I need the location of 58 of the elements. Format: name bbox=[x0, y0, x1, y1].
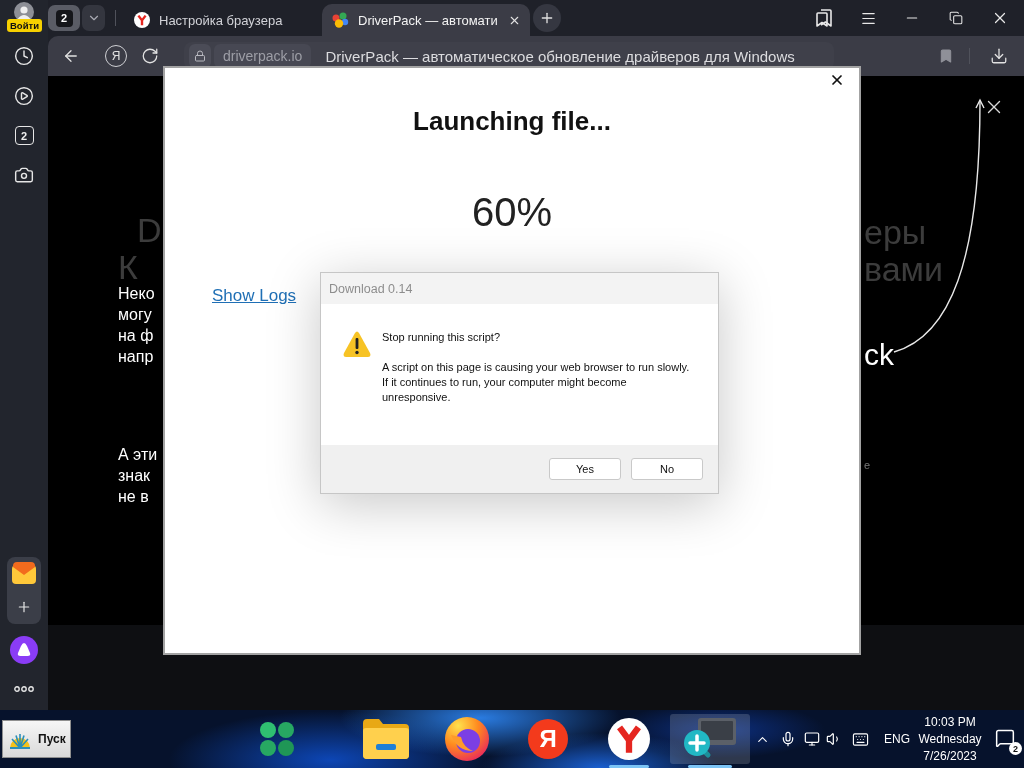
paragraph-fragment: Неко могу на ф напр bbox=[118, 284, 155, 367]
tab-counter-button[interactable]: 2 bbox=[48, 5, 80, 31]
add-icon[interactable] bbox=[16, 599, 32, 615]
tab-count-badge: 2 bbox=[55, 9, 73, 27]
bookmark-icon[interactable] bbox=[938, 48, 954, 64]
clock-date[interactable]: 7/26/2023 bbox=[923, 747, 977, 765]
dialog-title: Download 0.14 bbox=[321, 273, 718, 304]
tab-groups-counter[interactable]: 2 bbox=[14, 126, 34, 145]
more-icon[interactable] bbox=[14, 686, 34, 692]
caption-fragment: e bbox=[864, 459, 871, 472]
browser-tab[interactable]: DriverPack — автомати bbox=[322, 4, 530, 36]
history-icon[interactable] bbox=[14, 46, 34, 66]
notification-icon[interactable] bbox=[995, 728, 1015, 748]
warning-icon bbox=[343, 331, 371, 357]
close-icon[interactable] bbox=[829, 72, 845, 88]
modal-title: Launching file... bbox=[413, 106, 611, 137]
dialog-message: A script on this page is causing your web browser to run slowly. If it continues to run, your computer might become unresponsive. bbox=[382, 360, 691, 405]
brand-fragment: ck bbox=[864, 340, 894, 370]
show-logs-link[interactable]: Show Logs bbox=[212, 286, 297, 306]
network-icon[interactable] bbox=[804, 731, 820, 747]
plus-icon bbox=[539, 10, 555, 26]
heading-fragment: вами bbox=[864, 253, 943, 285]
y-logo-icon bbox=[134, 12, 150, 28]
letter-logo[interactable]: Я bbox=[528, 719, 568, 759]
login-badge[interactable]: Войти bbox=[7, 19, 42, 32]
dialog-heading: Stop running this script? bbox=[382, 330, 500, 345]
reload-icon[interactable] bbox=[141, 47, 159, 65]
lock-icon[interactable] bbox=[189, 44, 211, 68]
play-icon[interactable] bbox=[14, 86, 34, 106]
download-icon[interactable] bbox=[990, 47, 1008, 65]
magnifier-screen-icon[interactable] bbox=[684, 718, 736, 760]
folder-icon[interactable] bbox=[363, 719, 409, 759]
clock-weekday[interactable]: Wednesday bbox=[918, 730, 982, 748]
dialog-button[interactable]: Yes bbox=[549, 458, 621, 480]
restore-icon[interactable] bbox=[949, 11, 963, 25]
notification-count: 2 bbox=[1009, 742, 1022, 755]
camera-icon[interactable] bbox=[14, 165, 34, 185]
heading-fragment: D bbox=[137, 214, 162, 246]
microphone-icon[interactable] bbox=[780, 731, 796, 747]
browser-tab[interactable]: Настройка браузера bbox=[127, 4, 314, 36]
keyboard-icon[interactable] bbox=[852, 730, 870, 748]
start-button[interactable]: Пуск bbox=[2, 720, 71, 758]
multicolor-logo-icon bbox=[332, 12, 349, 28]
dialog-button[interactable]: No bbox=[631, 458, 703, 480]
back-icon[interactable] bbox=[62, 47, 80, 65]
page-title: DriverPack — автоматическое обновление драйверов для Windows bbox=[325, 47, 795, 65]
heading-fragment: К bbox=[118, 251, 138, 283]
progress-percent: 60% bbox=[471, 189, 553, 236]
clock-time[interactable]: 10:03 PM bbox=[924, 713, 976, 731]
envelope-icon[interactable] bbox=[12, 562, 36, 584]
y-logo-icon[interactable] bbox=[608, 718, 650, 760]
bookmarks-icon[interactable] bbox=[816, 9, 832, 27]
paragraph-fragment: А эти знак не в bbox=[118, 445, 158, 507]
input-language[interactable]: ENG bbox=[884, 732, 910, 746]
tab-list-button[interactable] bbox=[82, 5, 105, 31]
clover-icon[interactable] bbox=[260, 722, 294, 756]
flame-globe-icon[interactable] bbox=[445, 717, 489, 761]
new-tab-button[interactable] bbox=[533, 4, 561, 32]
